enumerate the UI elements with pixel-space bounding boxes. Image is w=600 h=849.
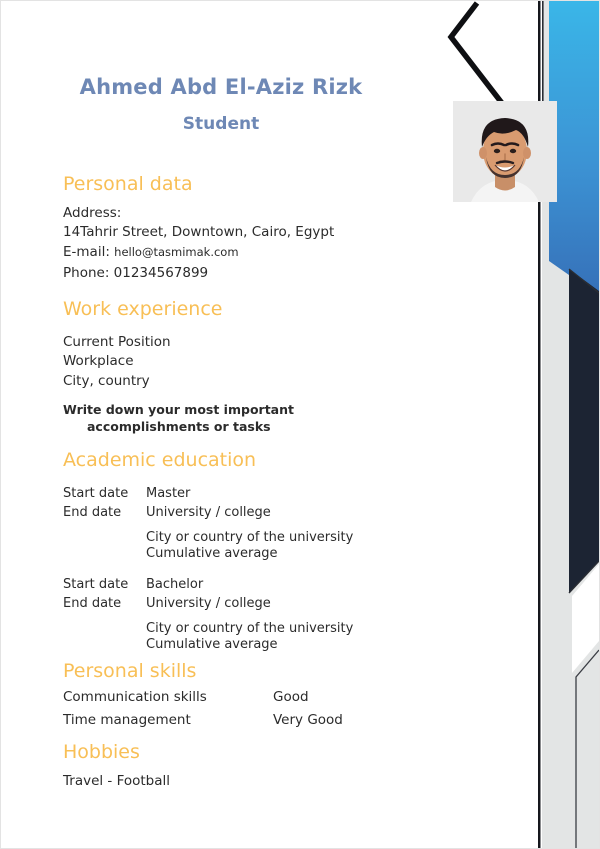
navy-column-shape: [569, 269, 599, 593]
photo-eyebrow-left: [490, 142, 506, 147]
photo-ear-left: [479, 147, 487, 159]
education-1-start-label: Start date: [63, 577, 129, 592]
education-0-degree: Master: [146, 486, 191, 501]
email-value: hello@tasmimak.com: [114, 245, 239, 259]
work-accomplishments-line-2: accomplishments or tasks: [87, 419, 271, 434]
education-0-average: Cumulative average: [146, 546, 278, 561]
skill-1-name: Time management: [63, 712, 191, 728]
section-title-work-experience: Work experience: [63, 298, 223, 320]
address-value: 14Tahrir Street, Downtown, Cairo, Egypt: [63, 224, 335, 240]
section-title-personal-data: Personal data: [63, 173, 193, 195]
education-0-start-label: Start date: [63, 486, 129, 501]
education-0-institution: University / college: [146, 505, 271, 520]
education-1-institution: University / college: [146, 596, 271, 611]
skill-1-rating: Very Good: [273, 712, 343, 728]
work-location: City, country: [63, 373, 150, 389]
work-workplace: Workplace: [63, 353, 134, 369]
photo-ear-right: [523, 147, 531, 159]
avatar: [453, 101, 557, 202]
section-title-academic-education: Academic education: [63, 449, 257, 471]
email-label: E-mail:: [63, 244, 110, 260]
photo-eyebrow-right: [504, 142, 520, 147]
section-title-personal-skills: Personal skills: [63, 660, 197, 682]
phone-row: Phone: 01234567899: [63, 265, 209, 281]
page-subtitle: Student: [182, 114, 260, 134]
education-0-end-label: End date: [63, 505, 122, 520]
skill-0-name: Communication skills: [63, 689, 207, 705]
photo-eye-right: [509, 148, 517, 154]
resume-content: Ahmed Abd El-Aziz Rizk Student Personal …: [1, 1, 441, 848]
education-1-end-label: End date: [63, 596, 122, 611]
hobbies-value: Travel - Football: [63, 773, 171, 789]
email-row: E-mail: hello@tasmimak.com: [63, 243, 239, 262]
page-title: Ahmed Abd El-Aziz Rizk: [79, 75, 363, 99]
work-position: Current Position: [63, 334, 171, 350]
address-label: Address:: [63, 205, 122, 221]
resume-page: Ahmed Abd El-Aziz Rizk Student Personal …: [0, 0, 600, 849]
skill-0-rating: Good: [273, 689, 309, 705]
education-1-degree: Bachelor: [146, 577, 204, 592]
section-title-hobbies: Hobbies: [63, 741, 140, 763]
photo-eye-left: [493, 148, 501, 154]
education-1-average: Cumulative average: [146, 637, 278, 652]
